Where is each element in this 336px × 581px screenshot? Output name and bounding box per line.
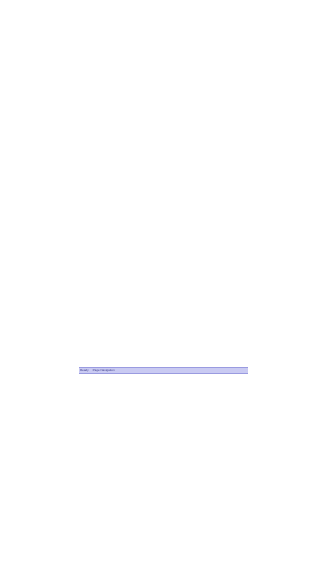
status-navigation-text: Page Navigation bbox=[92, 368, 115, 372]
blank-page: Ready Page Navigation bbox=[0, 0, 336, 581]
status-bar: Ready Page Navigation bbox=[79, 367, 248, 374]
status-ready-text: Ready bbox=[80, 368, 89, 372]
